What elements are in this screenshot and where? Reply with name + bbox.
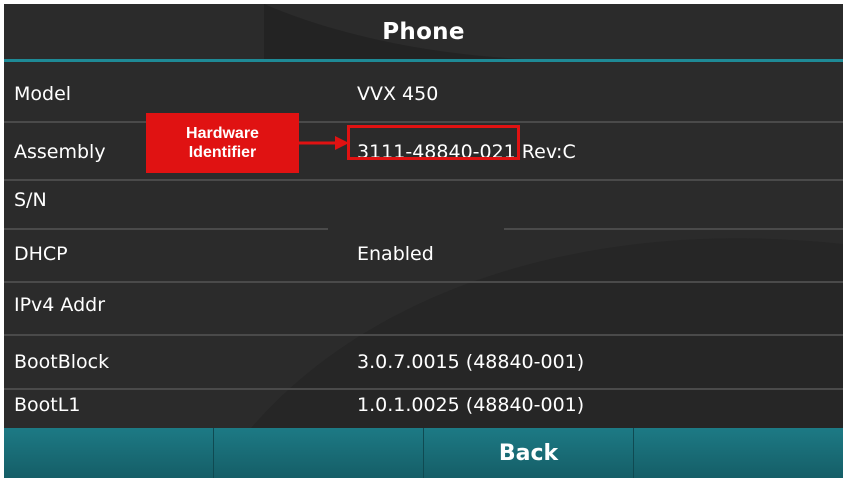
info-row-ipv4-address[interactable]: IPv4 Addr (4, 276, 843, 333)
row-value: VVX 450 (357, 82, 439, 105)
row-value: 1.0.1.0025 (48840-001) (357, 394, 585, 416)
row-label: Model (14, 82, 72, 105)
row-label: BootL1 (14, 394, 81, 416)
phone-screen: Phone Model VVX 450 Assembly 3111-48840-… (4, 4, 843, 478)
info-row-serial-number[interactable]: S/N (4, 171, 843, 228)
callout-arrow-icon (299, 136, 349, 150)
softkey-1[interactable] (4, 428, 214, 478)
softkey-4[interactable] (634, 428, 843, 478)
row-value: Enabled (357, 242, 434, 265)
info-row-dhcp[interactable]: DHCP Enabled (4, 225, 843, 282)
info-row-bootl1[interactable]: BootL1 1.0.1.0025 (48840-001) (4, 383, 843, 427)
back-button[interactable]: Back (424, 428, 634, 478)
info-row-bootblock[interactable]: BootBlock 3.0.7.0015 (48840-001) (4, 333, 843, 390)
page-title: Phone (382, 18, 465, 45)
row-label: DHCP (14, 242, 68, 265)
row-label: IPv4 Addr (14, 293, 106, 316)
callout-line-2: Identifier (188, 144, 257, 161)
softkey-bar: Back (4, 428, 843, 478)
row-label: BootBlock (14, 350, 110, 373)
row-value: 3.0.7.0015 (48840-001) (357, 350, 585, 373)
hardware-identifier-callout: Hardware Identifier (146, 113, 299, 173)
highlight-box (347, 125, 520, 160)
softkey-2[interactable] (214, 428, 424, 478)
row-label: S/N (14, 188, 47, 211)
callout-line-1: Hardware (186, 125, 259, 142)
screen-header: Phone (4, 4, 843, 62)
info-row-model[interactable]: Model VVX 450 (4, 65, 843, 122)
